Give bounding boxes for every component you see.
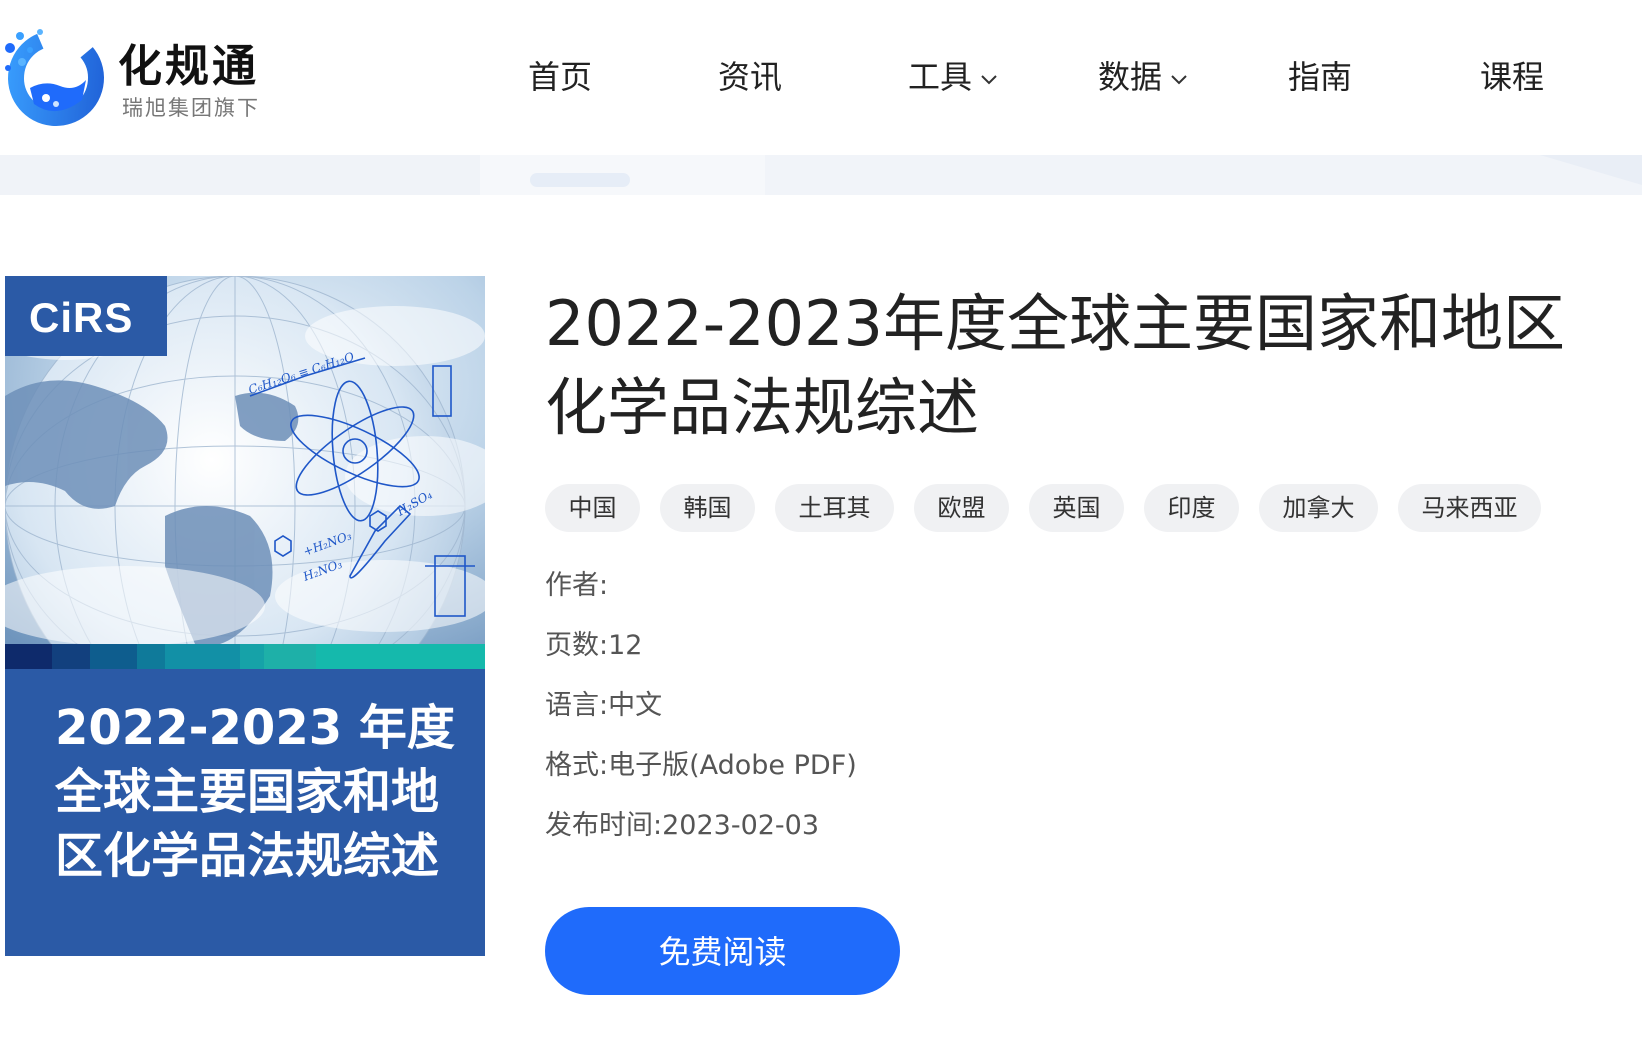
nav-item-guide[interactable]: 指南 (1288, 52, 1352, 98)
main-nav: 首页 资讯 工具 数据 指南 课程 (0, 0, 1642, 150)
cover-title: 2022-2023 年度 全球主要国家和地 区化学品法规综述 (55, 696, 455, 888)
cirs-badge: CiRS (5, 276, 167, 356)
meta-label: 语言: (545, 690, 609, 721)
nav-item-courses[interactable]: 课程 (1480, 52, 1544, 98)
meta-format: 格式:电子版(Adobe PDF) (545, 743, 857, 782)
header-banner-strip (0, 155, 1642, 195)
meta-value: 2023-02-03 (662, 810, 820, 841)
document-cover-image: C₆H₁₂O₆ ≡ C₆H₁₂O +H₂NO₃ H₂NO₃ H₂SO₄ CiRS… (5, 276, 485, 956)
tag-eu[interactable]: 欧盟 (914, 484, 1009, 532)
tag-china[interactable]: 中国 (545, 484, 640, 532)
meta-label: 页数: (545, 630, 609, 661)
meta-label: 格式: (545, 750, 609, 781)
nav-label: 数据 (1098, 58, 1163, 96)
meta-value: 12 (608, 630, 643, 661)
meta-pages: 页数:12 (545, 623, 642, 662)
cover-color-stripe (5, 644, 485, 669)
nav-label: 首页 (528, 58, 593, 96)
tag-korea[interactable]: 韩国 (660, 484, 755, 532)
cirs-logo-text: CiRS (29, 294, 134, 341)
tag-canada[interactable]: 加拿大 (1259, 484, 1378, 532)
nav-label: 工具 (908, 58, 973, 96)
tag-uk[interactable]: 英国 (1029, 484, 1124, 532)
document-title: 2022-2023年度全球主要国家和地区化学品法规综述 (545, 287, 1565, 444)
free-read-button[interactable]: 免费阅读 (545, 907, 900, 995)
nav-label: 资讯 (718, 58, 783, 96)
meta-label: 作者: (545, 570, 609, 601)
tag-turkey[interactable]: 土耳其 (775, 484, 894, 532)
nav-item-home[interactable]: 首页 (528, 52, 592, 98)
meta-published-date: 发布时间:2023-02-03 (545, 803, 819, 842)
tag-india[interactable]: 印度 (1144, 484, 1239, 532)
nav-label: 课程 (1480, 58, 1545, 96)
meta-language: 语言:中文 (545, 683, 662, 722)
meta-value: 电子版(Adobe PDF) (608, 750, 857, 781)
cover-title-line: 区化学品法规综述 (55, 828, 440, 884)
banner-decoration (0, 155, 1642, 195)
nav-item-tools[interactable]: 工具 (908, 52, 998, 98)
nav-item-news[interactable]: 资讯 (718, 52, 782, 98)
nav-item-data[interactable]: 数据 (1098, 52, 1188, 98)
nav-label: 指南 (1288, 58, 1353, 96)
cover-title-line: 全球主要国家和地 (55, 764, 440, 820)
meta-label: 发布时间: (545, 810, 663, 841)
cover-title-line: 2022-2023 年度 (55, 700, 455, 756)
chevron-down-icon (981, 75, 997, 85)
chevron-down-icon (1171, 75, 1187, 85)
meta-author: 作者: (545, 563, 608, 602)
tag-malaysia[interactable]: 马来西亚 (1398, 484, 1541, 532)
meta-value: 中文 (608, 690, 663, 721)
site-header: 化规通 瑞旭集团旗下 首页 资讯 工具 数据 指南 课程 (0, 0, 1642, 156)
